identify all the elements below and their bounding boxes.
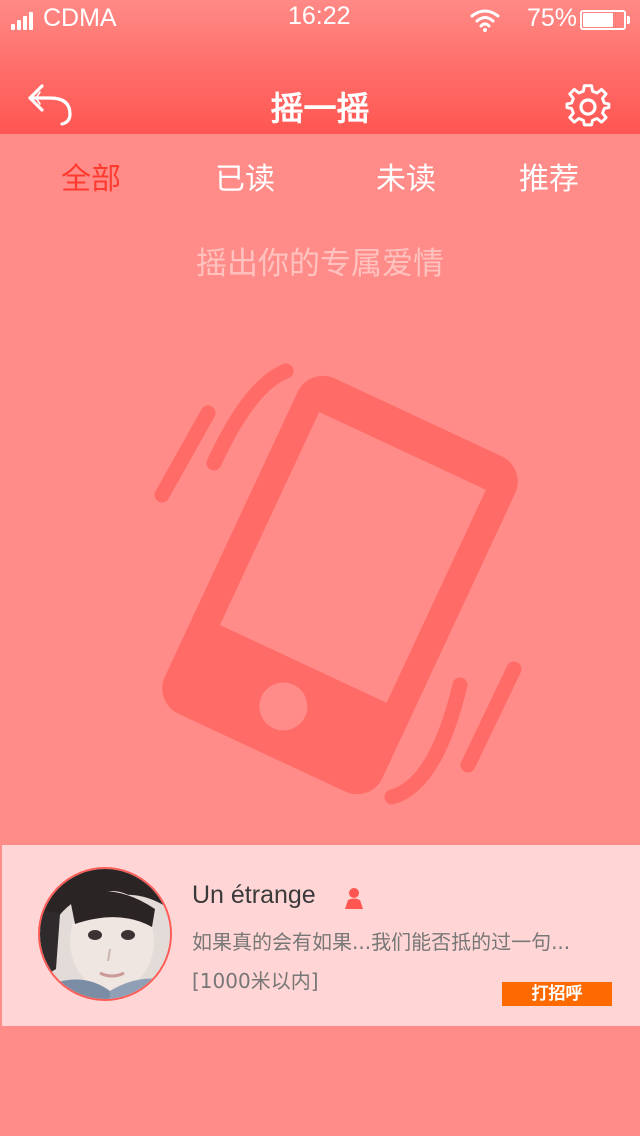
tab-unread[interactable]: 未读 [376, 154, 436, 198]
avatar[interactable] [38, 867, 172, 1001]
user-name: Un étrange [192, 881, 316, 909]
tab-bar: 全部 已读 未读 推荐 [0, 134, 640, 212]
signal-strength-icon [11, 12, 35, 30]
distance-label: [1000米以内] [192, 969, 319, 993]
wifi-icon [470, 8, 500, 38]
nav-bar: 摇一摇 [0, 60, 640, 134]
battery-icon [580, 10, 632, 30]
page-title: 摇一摇 [270, 89, 370, 128]
tab-all[interactable]: 全部 [61, 154, 121, 198]
tab-recommend[interactable]: 推荐 [519, 154, 579, 198]
shaking-phone-icon[interactable] [150, 355, 530, 815]
status-bar: CDMA 16:22 75% [0, 0, 640, 40]
gear-icon [565, 84, 611, 127]
battery-percent: 75% [527, 4, 578, 32]
top-bar: CDMA 16:22 75% 摇一摇 [0, 0, 640, 134]
greet-button[interactable]: 打招呼 [502, 982, 612, 1006]
user-signature: 如果真的会有如果...我们能否抵的过一句... [192, 930, 571, 954]
status-time: 16:22 [288, 2, 351, 30]
shake-hint: 摇出你的专属爱情 [196, 246, 444, 282]
tab-read[interactable]: 已读 [215, 154, 275, 198]
settings-button[interactable] [565, 84, 611, 130]
female-user-icon [345, 887, 363, 909]
shake-result-card[interactable]: Un étrange 如果真的会有如果...我们能否抵的过一句... [1000… [2, 845, 640, 1026]
carrier-label: CDMA [43, 4, 117, 32]
